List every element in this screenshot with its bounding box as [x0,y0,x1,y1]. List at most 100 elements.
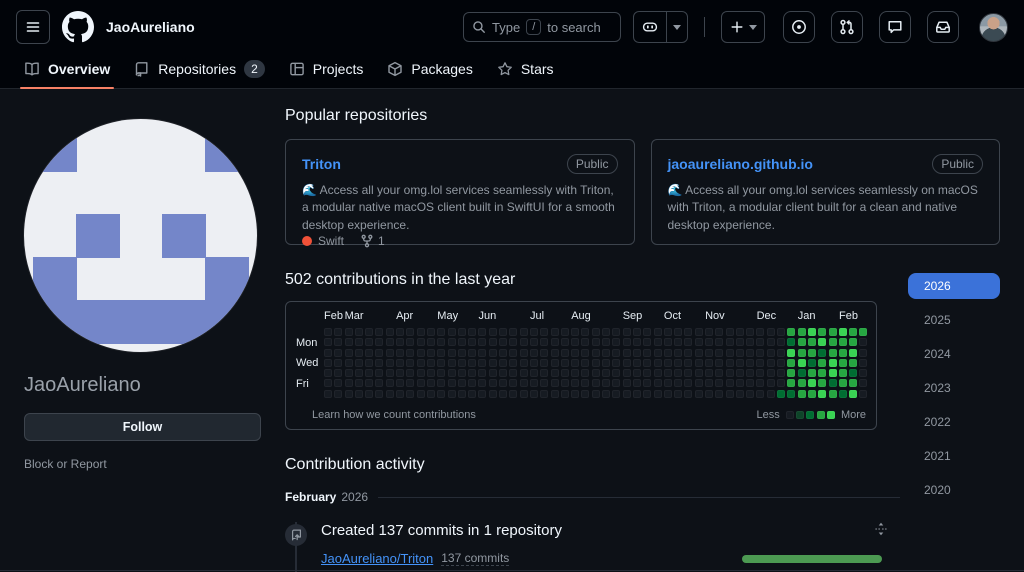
contribution-cell[interactable] [705,338,713,346]
contribution-cell[interactable] [674,338,682,346]
contribution-cell[interactable] [623,328,631,336]
contribution-cell[interactable] [849,369,857,377]
contribution-cell[interactable] [623,338,631,346]
contribution-cell[interactable] [839,390,847,398]
contribution-cell[interactable] [612,349,620,357]
contribution-cell[interactable] [695,390,703,398]
contribution-cell[interactable] [643,369,651,377]
contribution-cell[interactable] [499,379,507,387]
contribution-cell[interactable] [324,369,332,377]
contribution-cell[interactable] [674,369,682,377]
contribution-cell[interactable] [756,338,764,346]
contribution-cell[interactable] [849,338,857,346]
contribution-cell[interactable] [787,338,795,346]
contribution-cell[interactable] [540,328,548,336]
contribution-cell[interactable] [365,359,373,367]
contribution-cell[interactable] [684,349,692,357]
contribution-cell[interactable] [654,338,662,346]
contribution-cell[interactable] [654,328,662,336]
contribution-cell[interactable] [448,359,456,367]
contribution-cell[interactable] [437,349,445,357]
tab-projects[interactable]: Projects [281,54,372,88]
contribution-cell[interactable] [839,328,847,336]
contribution-cell[interactable] [478,338,486,346]
contribution-cell[interactable] [365,338,373,346]
repo-forks[interactable]: 1 [360,234,385,248]
contribution-cell[interactable] [787,379,795,387]
contribution-cell[interactable] [468,349,476,357]
contribution-cell[interactable] [654,349,662,357]
contribution-cell[interactable] [715,349,723,357]
contribution-cell[interactable] [417,338,425,346]
contribution-cell[interactable] [345,349,353,357]
contribution-cell[interactable] [695,349,703,357]
contribution-cell[interactable] [674,328,682,336]
contribution-cell[interactable] [684,359,692,367]
contribution-cell[interactable] [509,349,517,357]
learn-contributions-link[interactable]: Learn how we count contributions [312,409,476,421]
contribution-cell[interactable] [633,349,641,357]
contribution-cell[interactable] [839,338,847,346]
contribution-cell[interactable] [375,328,383,336]
contribution-cell[interactable] [540,390,548,398]
year-button-2026[interactable]: 2026 [908,273,1000,299]
contribution-cell[interactable] [509,369,517,377]
contribution-cell[interactable] [489,369,497,377]
contribution-cell[interactable] [715,390,723,398]
contribution-cell[interactable] [654,359,662,367]
contribution-cell[interactable] [355,359,363,367]
contribution-cell[interactable] [530,338,538,346]
contribution-cell[interactable] [448,328,456,336]
contribution-cell[interactable] [427,349,435,357]
contribution-cell[interactable] [478,328,486,336]
contribution-cell[interactable] [375,359,383,367]
contribution-cell[interactable] [386,338,394,346]
contribution-cell[interactable] [612,379,620,387]
hamburger-menu-button[interactable] [16,10,50,44]
contribution-cell[interactable] [829,369,837,377]
contribution-cell[interactable] [602,390,610,398]
contribution-cell[interactable] [334,338,342,346]
contribution-cell[interactable] [571,379,579,387]
contribution-cell[interactable] [406,359,414,367]
discussions-button[interactable] [879,11,911,43]
contribution-cell[interactable] [767,359,775,367]
copilot-button[interactable] [634,12,666,42]
contribution-cell[interactable] [695,379,703,387]
contribution-cell[interactable] [540,359,548,367]
contribution-cell[interactable] [396,328,404,336]
contribution-cell[interactable] [726,328,734,336]
contribution-cell[interactable] [715,359,723,367]
contribution-cell[interactable] [777,359,785,367]
contribution-cell[interactable] [551,349,559,357]
contribution-cell[interactable] [777,349,785,357]
contribution-cell[interactable] [705,369,713,377]
contribution-cell[interactable] [561,349,569,357]
contribution-cell[interactable] [798,379,806,387]
contribution-cell[interactable] [705,359,713,367]
contribution-cell[interactable] [859,379,867,387]
contribution-cell[interactable] [417,328,425,336]
contribution-cell[interactable] [571,390,579,398]
contribution-cell[interactable] [674,390,682,398]
contribution-cell[interactable] [581,390,589,398]
contribution-cell[interactable] [715,328,723,336]
contribution-cell[interactable] [726,359,734,367]
header-username[interactable]: JaoAureliano [106,19,195,35]
contribution-cell[interactable] [818,328,826,336]
contribution-cell[interactable] [489,328,497,336]
contribution-cell[interactable] [798,338,806,346]
contribution-cell[interactable] [386,359,394,367]
contribution-cell[interactable] [787,349,795,357]
contribution-cell[interactable] [654,390,662,398]
contribution-cell[interactable] [571,328,579,336]
contribution-cell[interactable] [808,379,816,387]
contribution-cell[interactable] [581,359,589,367]
contribution-cell[interactable] [499,338,507,346]
contribution-cell[interactable] [355,379,363,387]
contribution-cell[interactable] [530,369,538,377]
contribution-cell[interactable] [818,369,826,377]
repo-link[interactable]: Triton [302,156,341,172]
profile-avatar[interactable] [24,119,257,352]
contribution-cell[interactable] [561,379,569,387]
